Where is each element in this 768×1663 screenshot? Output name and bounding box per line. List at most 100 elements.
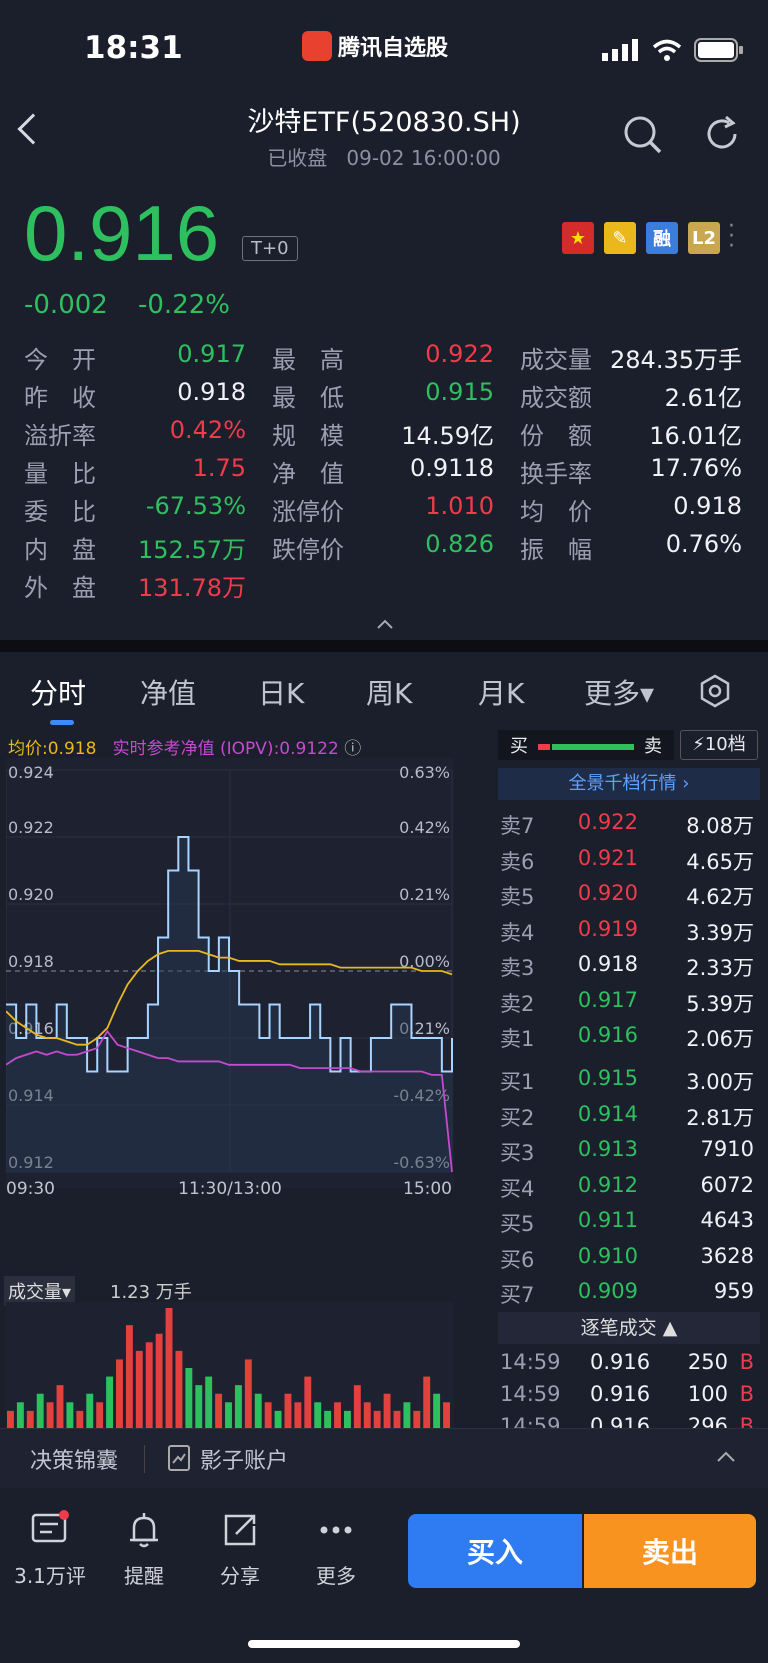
level-price: 0.916 [577,1023,638,1047]
stat-label: 成交量 [520,346,592,374]
order-level[interactable]: 买1 0.915 3.00万 [498,1064,760,1098]
y-tick-label: 0.922 [8,818,54,837]
more-button[interactable]: 更多 [296,1510,376,1589]
level-price: 0.922 [577,810,638,834]
volume-bar [443,1402,450,1428]
home-indicator [248,1640,520,1648]
tab-intraday[interactable]: 分时 [30,672,86,712]
order-level[interactable]: 卖6 0.921 4.65万 [498,844,760,878]
stat-label: 最 高 [272,346,344,374]
tools-bar: 决策锦囊 影子账户 [0,1428,768,1488]
refresh-icon[interactable] [702,114,742,154]
level-label: 卖2 [500,991,535,1016]
tab-nav[interactable]: 净值 [140,672,196,712]
expand-up-icon[interactable] [716,1451,736,1463]
tab-more[interactable]: 更多▾ [584,672,654,712]
stat-label: 内 盘 [24,536,96,564]
stat-value: 1.010 [425,492,494,520]
status-bar: 18:31 腾讯自选股 [0,0,768,100]
more-dots-icon[interactable]: · · · [728,216,735,258]
level-price: 0.909 [577,1279,638,1303]
stat-label: 涨停价 [272,498,344,526]
y-tick-label: 0.918 [8,952,54,971]
panorama-link[interactable]: 全景千档行情 › [498,768,760,800]
comments-button[interactable]: 3.1万评 [10,1510,90,1589]
order-level[interactable]: 买7 0.909 959 [498,1277,760,1311]
collapse-icon[interactable] [376,618,394,630]
level-label: 买3 [500,1141,535,1165]
stat-label: 份 额 [520,422,592,450]
shadow-account-link[interactable]: 影子账户 [200,1443,288,1475]
level-volume: 4.65万 [686,849,754,874]
stat-value: 0.9118 [410,454,494,482]
volume-bar [284,1393,292,1428]
level-volume: 8.08万 [686,814,754,838]
stat-value: 0.917 [177,340,246,368]
t0-badge: T+0 [242,236,298,261]
volume-bar [304,1376,312,1428]
level-volume: 3.00万 [686,1070,754,1094]
order-level[interactable]: 买2 0.914 2.81万 [498,1100,760,1134]
stat-value: 0.42% [169,416,246,444]
stat-label: 昨 收 [24,384,96,412]
tick-row: 14:59 0.916 250 B [500,1350,754,1374]
level-volume: 2.33万 [686,956,754,980]
decision-kit-link[interactable]: 决策锦囊 [30,1443,118,1475]
level-price: 0.913 [577,1137,638,1161]
ticks-header[interactable]: 逐笔成交 ▲ [498,1312,760,1344]
level-label: 卖6 [500,849,535,874]
order-level[interactable]: 买3 0.913 7910 [498,1135,760,1169]
level-volume: 7910 [700,1137,754,1161]
volume-bar [234,1385,242,1428]
sell-button[interactable]: 卖出 [584,1514,756,1588]
level-price: 0.914 [577,1101,638,1126]
level-label: 卖5 [500,885,535,909]
tab-daily-k[interactable]: 日K [258,672,304,712]
stat-value: 1.75 [192,454,246,482]
app-name: 腾讯自选股 [302,30,448,62]
volume-bar [66,1402,74,1428]
search-icon[interactable] [622,114,664,156]
share-button[interactable]: 分享 [200,1510,280,1589]
comment-icon [31,1510,69,1543]
stat-value: 16.01亿 [649,422,742,450]
volume-bar [254,1393,262,1428]
stat-value: 0.918 [177,378,246,406]
volume-bar [96,1402,104,1428]
levels-toggle[interactable]: ⚡10档 [680,730,758,760]
order-level[interactable]: 卖2 0.917 5.39万 [498,986,760,1020]
volume-bar [175,1350,183,1428]
intraday-chart[interactable]: 0.924 0.63%0.922 0.42%0.920 0.21%0.918 0.00%… [6,758,484,1248]
order-level[interactable]: 卖3 0.918 2.33万 [498,950,760,984]
edit-icon[interactable]: ✎ [604,222,636,254]
volume-value: 1.23 万手 [110,1282,192,1303]
volume-bar [7,1410,14,1428]
active-tab-indicator [50,720,74,725]
order-level[interactable]: 卖7 0.922 8.08万 [498,808,760,842]
alert-button[interactable]: 提醒 [104,1510,184,1589]
order-level[interactable]: 买6 0.910 3628 [498,1242,760,1276]
tab-monthly-k[interactable]: 月K [478,672,524,712]
china-flag-icon[interactable]: ★ [562,222,594,254]
buy-button[interactable]: 买入 [408,1514,582,1588]
order-level[interactable]: 卖1 0.916 2.06万 [498,1021,760,1055]
level-volume: 3628 [700,1243,754,1268]
level-volume: 4.62万 [686,885,754,909]
volume-bar [403,1402,411,1428]
order-level[interactable]: 卖5 0.920 4.62万 [498,879,760,913]
share-icon [224,1514,256,1546]
volume-bar [86,1393,94,1428]
stat-label: 规 模 [272,422,344,450]
stat-value: 0.826 [425,530,494,558]
tab-weekly-k[interactable]: 周K [366,672,412,712]
system-icons [602,38,744,62]
order-level[interactable]: 卖4 0.919 3.39万 [498,915,760,949]
l2-badge[interactable]: L2 [688,222,720,254]
order-level[interactable]: 买5 0.911 4643 [498,1206,760,1240]
level-volume: 5.39万 [686,991,754,1016]
order-level[interactable]: 买4 0.912 6072 [498,1171,760,1205]
margin-badge[interactable]: 融 [646,222,678,254]
settings-icon[interactable] [698,674,732,708]
level-label: 买4 [500,1176,535,1201]
last-price: 0.916 [24,189,220,277]
